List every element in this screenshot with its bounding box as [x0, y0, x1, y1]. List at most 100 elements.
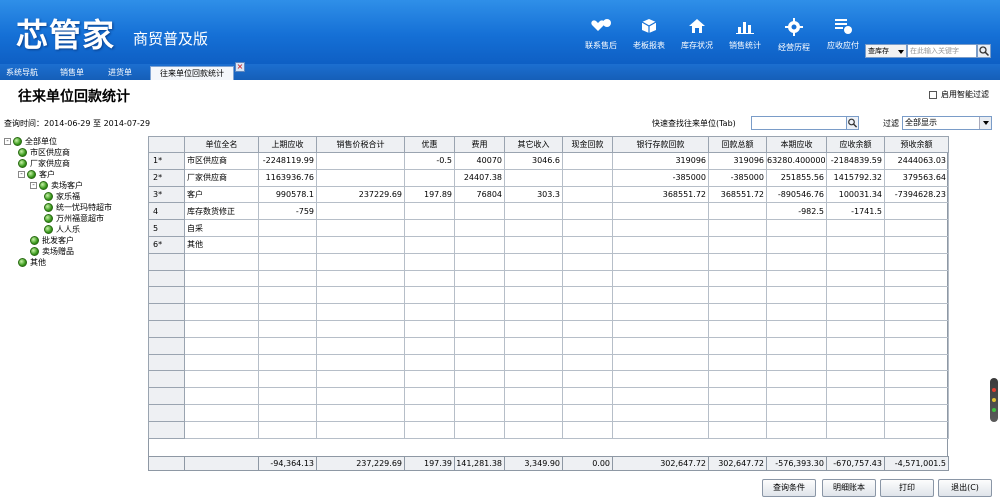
- table-row[interactable]: [148, 353, 949, 372]
- table-cell: [454, 252, 505, 271]
- column-header[interactable]: 其它收入: [504, 136, 563, 153]
- table-row[interactable]: [148, 303, 949, 321]
- column-header[interactable]: 销售价税合计: [316, 136, 405, 153]
- table-cell: [612, 303, 709, 321]
- toolbar-boss-report[interactable]: 老板报表: [626, 18, 672, 53]
- column-header[interactable]: 回款总额: [708, 136, 767, 153]
- table-cell: 1415792.32: [826, 168, 885, 187]
- exit-button[interactable]: 退出(C): [938, 479, 992, 497]
- total-cell: 302,647.72: [708, 456, 767, 471]
- table-cell: [884, 235, 949, 254]
- tree-node[interactable]: 统一忧玛特超市: [44, 202, 112, 212]
- table-row[interactable]: 4 库存数货修正 -759 -982.5 -1741.5: [148, 202, 949, 221]
- table-row[interactable]: [148, 252, 949, 271]
- table-row[interactable]: 6* 其他: [148, 235, 949, 254]
- quick-find-input[interactable]: [751, 116, 848, 130]
- tree-node[interactable]: 万州福意超市: [44, 213, 104, 223]
- table-cell: [404, 168, 455, 187]
- table-cell: [148, 269, 185, 288]
- column-header[interactable]: 预收余额: [884, 136, 949, 153]
- tree-node[interactable]: 家乐福: [44, 191, 80, 201]
- table-cell: [766, 235, 827, 254]
- toolbar-receivables-payables[interactable]: 应收应付: [820, 18, 866, 53]
- tree-node[interactable]: 人人乐: [44, 224, 80, 234]
- total-cell: -576,393.30: [766, 456, 827, 471]
- table-cell: [766, 420, 827, 439]
- tree-node[interactable]: - 客户: [18, 169, 55, 179]
- tree-node-label: 万州福意超市: [56, 213, 104, 223]
- table-row[interactable]: [148, 336, 949, 355]
- table-cell: [562, 286, 613, 305]
- toolbar-inventory-status[interactable]: 库存状况: [674, 18, 720, 53]
- table-cell: [316, 286, 405, 305]
- table-cell: [766, 319, 827, 338]
- table-cell: [708, 370, 767, 389]
- column-header[interactable]: 上期应收: [258, 136, 317, 153]
- table-row[interactable]: [148, 387, 949, 405]
- table-cell: [826, 403, 885, 422]
- column-header[interactable]: 银行存款回款: [612, 136, 709, 153]
- tree-node[interactable]: 批发客户: [30, 235, 74, 245]
- toolbar-sales-stats[interactable]: 销售统计: [722, 18, 768, 53]
- table-cell: [612, 403, 709, 422]
- table-row[interactable]: [148, 269, 949, 288]
- table-cell: [148, 303, 185, 321]
- column-header[interactable]: 本期应收: [766, 136, 827, 153]
- table-cell: [316, 202, 405, 221]
- table-cell: [148, 336, 185, 355]
- table-row[interactable]: 2* 厂家供应商 1163936.76 24407.38 -385000 -385000 2…: [148, 168, 949, 187]
- table-row[interactable]: [148, 286, 949, 305]
- table-row[interactable]: 5 自采: [148, 219, 949, 237]
- column-header[interactable]: [148, 136, 185, 153]
- detail-ledger-button[interactable]: 明细账本: [822, 479, 876, 497]
- total-cell: 141,281.38: [454, 456, 505, 471]
- table-cell: [454, 219, 505, 237]
- tree-node-label: 厂家供应商: [30, 158, 70, 168]
- table-row[interactable]: 3* 客户 990578.1 237229.69 197.89 76804 303.3 368…: [148, 185, 949, 204]
- tree-node[interactable]: - 卖场客户: [30, 180, 83, 190]
- tree-node[interactable]: 市区供应商: [18, 147, 70, 157]
- table-cell: [766, 286, 827, 305]
- table-cell: -982.5: [766, 202, 827, 221]
- tree-node-label: 全部单位: [25, 136, 57, 146]
- table-cell: [708, 286, 767, 305]
- table-row[interactable]: [148, 370, 949, 389]
- tree-node[interactable]: - 全部单位: [4, 136, 57, 146]
- tree-node[interactable]: 其他: [18, 257, 46, 267]
- tree-toggle[interactable]: -: [18, 170, 25, 178]
- tab-purchase-order[interactable]: 进货单: [100, 66, 140, 80]
- toolbar-contact-support[interactable]: 联系售后: [578, 18, 624, 53]
- column-header[interactable]: 优惠: [404, 136, 455, 153]
- toolbar-business-history[interactable]: 经营历程: [770, 18, 818, 53]
- tree-toggle[interactable]: -: [4, 137, 11, 145]
- close-tab-button[interactable]: ×: [235, 62, 245, 72]
- scroll-indicator[interactable]: [990, 378, 998, 422]
- column-header[interactable]: 费用: [454, 136, 505, 153]
- smart-filter-toggle[interactable]: 启用智能过滤: [929, 89, 989, 100]
- tree-node[interactable]: 卖场赠品: [30, 246, 74, 256]
- tree-toggle[interactable]: -: [30, 181, 37, 189]
- table-cell: 24407.38: [454, 168, 505, 187]
- table-row[interactable]: [148, 403, 949, 422]
- table-cell: -2184839.59: [826, 152, 885, 170]
- table-row[interactable]: [148, 319, 949, 338]
- filter-select[interactable]: 全部显示: [902, 116, 992, 130]
- print-button[interactable]: 打印: [880, 479, 934, 497]
- quick-find-button[interactable]: [846, 116, 859, 130]
- tree-node[interactable]: 厂家供应商: [18, 158, 70, 168]
- tab-payment-stats[interactable]: 往来单位回款统计: [150, 66, 234, 80]
- tab-system-nav[interactable]: 系统导航: [0, 66, 44, 80]
- query-conditions-button[interactable]: 查询条件: [762, 479, 816, 497]
- table-row[interactable]: 1* 市区供应商 -2248119.99 -0.5 40070 3046.6 319096 3…: [148, 152, 949, 170]
- search-button[interactable]: [977, 44, 991, 58]
- tree-node-icon: [44, 202, 53, 212]
- tree-node-label: 家乐福: [56, 191, 80, 201]
- smart-filter-checkbox[interactable]: [929, 90, 937, 99]
- search-input[interactable]: 在此输入关键字: [907, 44, 977, 58]
- column-header[interactable]: 应收余额: [826, 136, 885, 153]
- search-scope-select[interactable]: 查库存: [865, 44, 907, 58]
- table-row[interactable]: [148, 420, 949, 439]
- column-header[interactable]: 单位全名: [184, 136, 259, 153]
- column-header[interactable]: 现金回款: [562, 136, 613, 153]
- tab-sales-order[interactable]: 销售单: [52, 66, 92, 80]
